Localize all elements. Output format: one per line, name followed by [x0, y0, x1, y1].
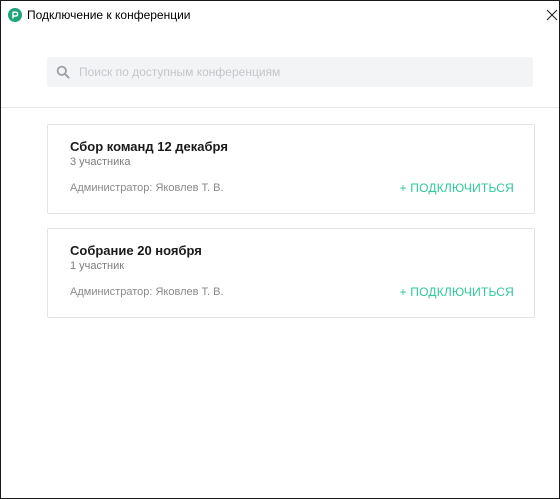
conference-card: Собрание 20 ноября 1 участник Администра…	[47, 228, 535, 318]
close-icon	[546, 9, 558, 21]
search-box[interactable]	[47, 57, 533, 87]
app-logo-icon	[8, 8, 22, 22]
conference-admin: Администратор: Яковлев Т. В.	[70, 182, 224, 194]
join-button[interactable]: + ПОДКЛЮЧИТЬСЯ	[400, 181, 514, 195]
close-button[interactable]	[543, 5, 559, 25]
titlebar[interactable]: Подключение к конференции	[1, 1, 559, 29]
conference-card: Сбор команд 12 декабря 3 участника Админ…	[47, 124, 535, 214]
conference-title: Сбор команд 12 декабря	[70, 139, 228, 154]
participant-count: 3 участника	[70, 156, 131, 168]
conference-title: Собрание 20 ноября	[70, 243, 202, 258]
window-title: Подключение к конференции	[27, 8, 191, 22]
header-divider	[1, 107, 559, 108]
join-button[interactable]: + ПОДКЛЮЧИТЬСЯ	[400, 285, 514, 299]
participant-count: 1 участник	[70, 260, 125, 272]
conference-dialog-window: Подключение к конференции Сбор команд 12…	[0, 0, 560, 499]
search-input[interactable]	[79, 57, 519, 87]
search-icon	[56, 65, 70, 79]
conference-admin: Администратор: Яковлев Т. В.	[70, 286, 224, 298]
